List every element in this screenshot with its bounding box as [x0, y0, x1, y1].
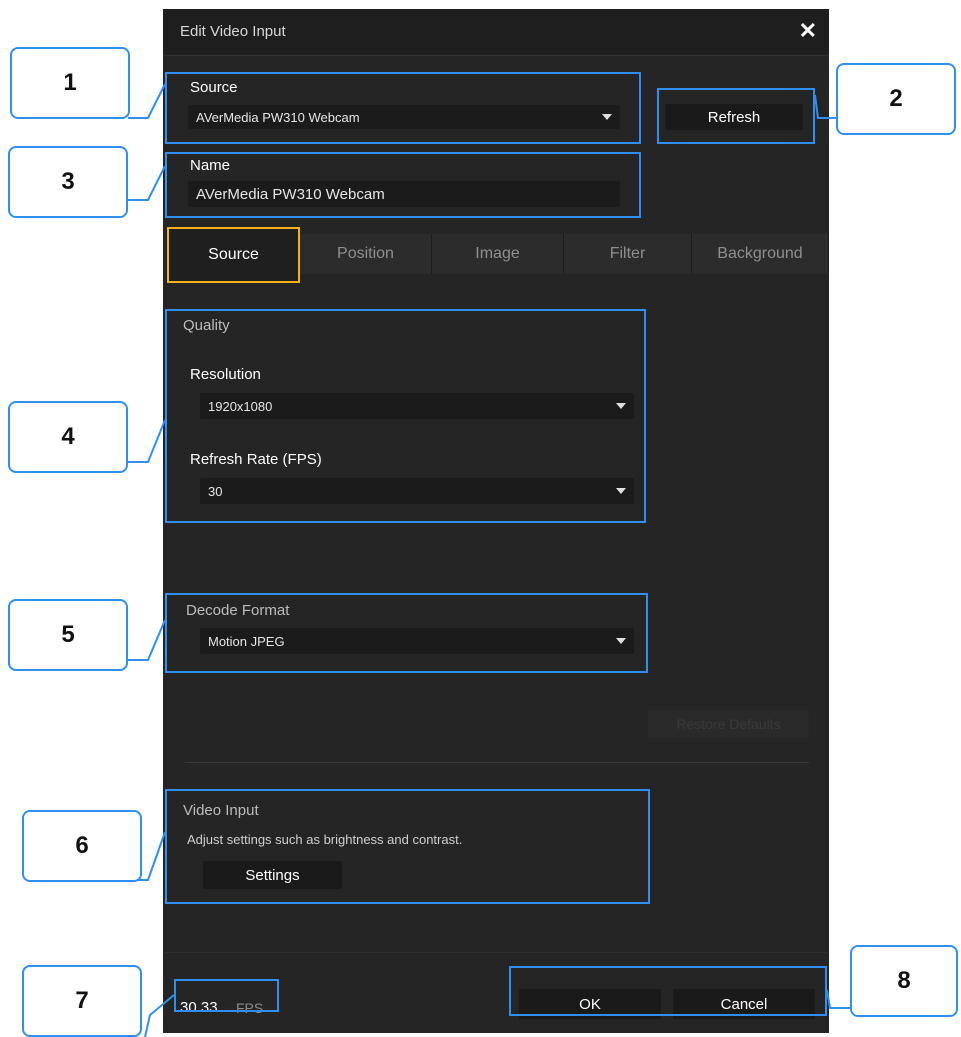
- resolution-select[interactable]: 1920x1080: [200, 393, 634, 419]
- resolution-label: Resolution: [190, 366, 261, 383]
- decode-format-value: Motion JPEG: [208, 633, 285, 649]
- fps-select-value: 30: [208, 483, 223, 499]
- tab-image[interactable]: Image: [432, 234, 564, 274]
- tab-source[interactable]: Source: [167, 227, 300, 283]
- video-input-description: Adjust settings such as brightness and c…: [187, 832, 463, 847]
- restore-defaults-button[interactable]: Restore Defaults: [648, 710, 809, 738]
- decode-format-heading: Decode Format: [186, 602, 290, 619]
- title-bar: Edit Video Input ✕: [163, 9, 829, 56]
- callout-3: 3: [8, 146, 128, 218]
- callout-4: 4: [8, 401, 128, 473]
- callout-2: 2: [836, 63, 956, 135]
- callout-6: 6: [22, 810, 142, 882]
- callout-8: 8: [850, 945, 958, 1017]
- tab-position[interactable]: Position: [300, 234, 432, 274]
- fps-label: Refresh Rate (FPS): [190, 451, 322, 468]
- dialog-title: Edit Video Input: [180, 23, 286, 40]
- tab-filter[interactable]: Filter: [564, 234, 692, 274]
- name-input[interactable]: AVerMedia PW310 Webcam: [188, 181, 620, 207]
- settings-button[interactable]: Settings: [203, 861, 342, 889]
- quality-heading: Quality: [183, 317, 230, 334]
- tab-background[interactable]: Background: [692, 234, 829, 274]
- name-input-value: AVerMedia PW310 Webcam: [196, 185, 385, 203]
- ok-button[interactable]: OK: [519, 989, 661, 1019]
- edit-video-input-dialog: Edit Video Input ✕ Source AVerMedia PW31…: [163, 9, 829, 1033]
- refresh-button[interactable]: Refresh: [665, 104, 803, 130]
- decode-format-select[interactable]: Motion JPEG: [200, 628, 634, 654]
- chevron-down-icon: [616, 403, 626, 409]
- name-label: Name: [190, 157, 231, 174]
- callout-7: 7: [22, 965, 142, 1037]
- callout-1: 1: [10, 47, 130, 119]
- fps-select[interactable]: 30: [200, 478, 634, 504]
- footer-divider: [163, 952, 829, 953]
- chevron-down-icon: [616, 488, 626, 494]
- divider: [185, 762, 809, 763]
- callout-5: 5: [8, 599, 128, 671]
- source-label: Source: [190, 79, 238, 96]
- chevron-down-icon: [602, 114, 612, 120]
- close-icon[interactable]: ✕: [799, 18, 817, 44]
- source-select[interactable]: AVerMedia PW310 Webcam: [188, 105, 620, 129]
- fps-readout: 30.33: [180, 999, 218, 1016]
- source-select-value: AVerMedia PW310 Webcam: [196, 109, 360, 125]
- resolution-value: 1920x1080: [208, 398, 273, 414]
- cancel-button[interactable]: Cancel: [673, 989, 815, 1019]
- fps-unit: FPS: [236, 1000, 264, 1016]
- chevron-down-icon: [616, 638, 626, 644]
- video-input-heading: Video Input: [183, 802, 259, 819]
